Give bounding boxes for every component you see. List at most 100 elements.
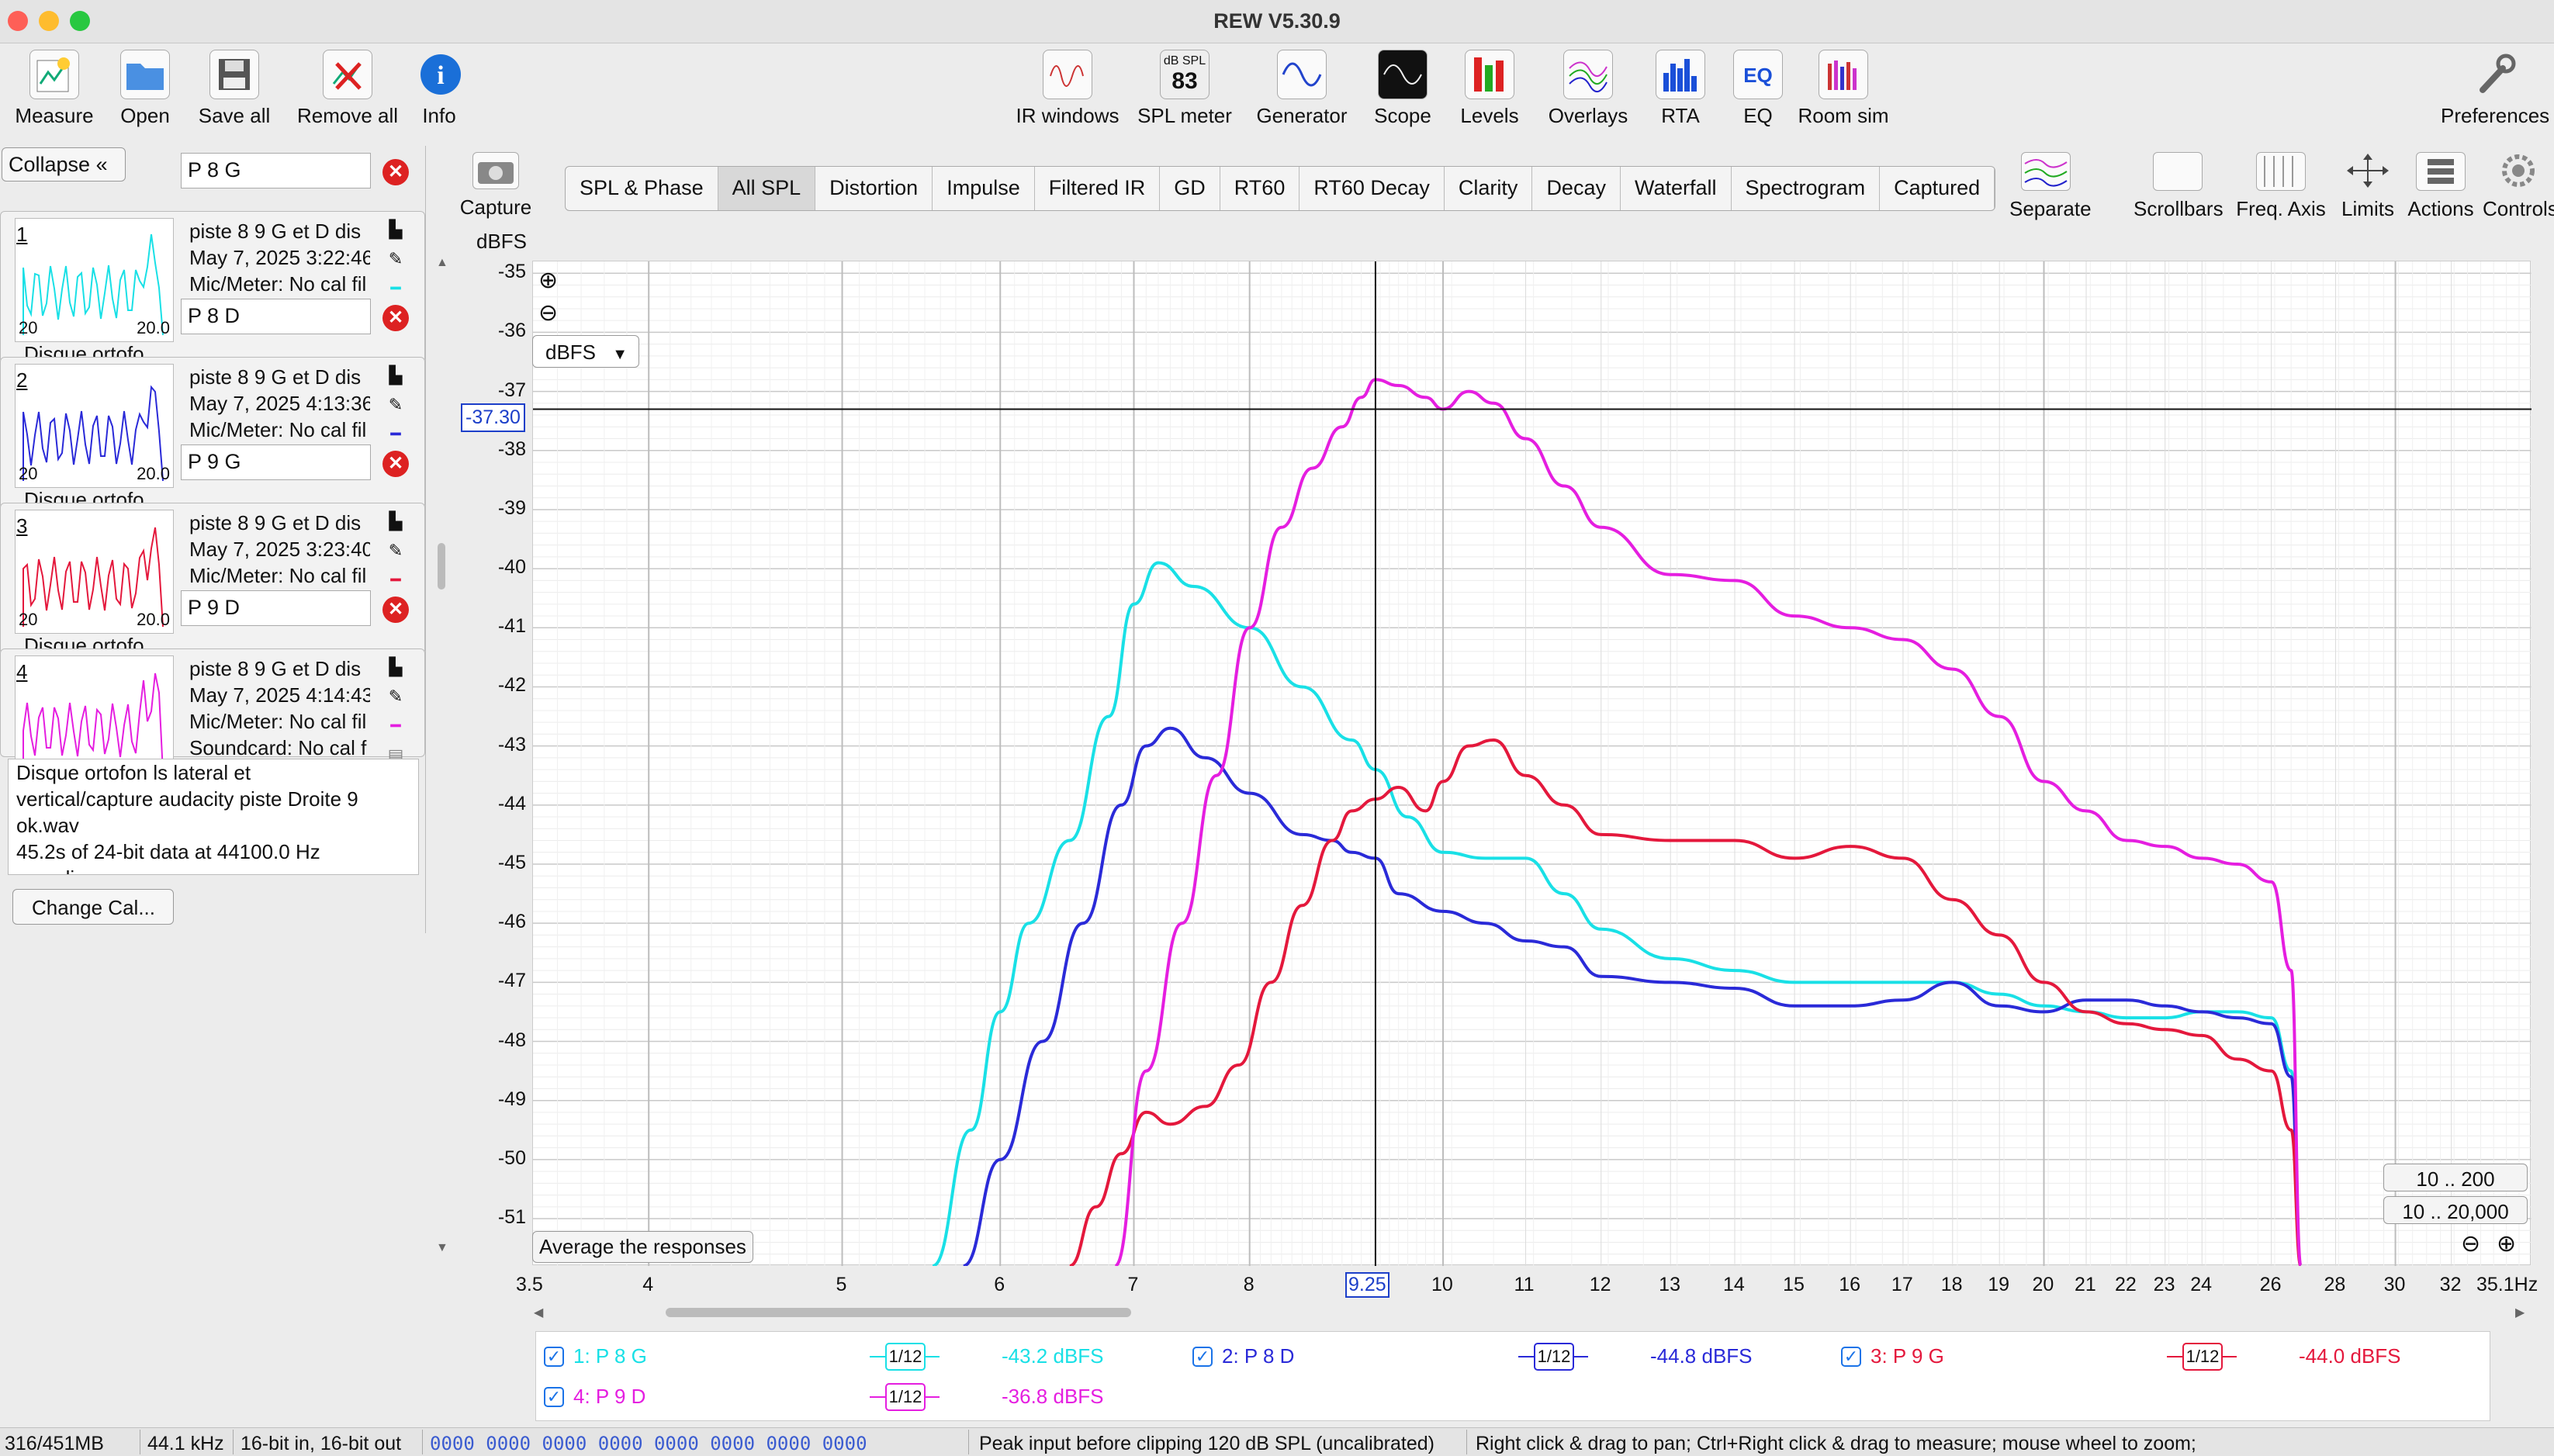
open-button[interactable]: Open — [113, 50, 177, 128]
tab-captured[interactable]: Captured — [1880, 167, 1995, 210]
tab-impulse[interactable]: Impulse — [933, 167, 1035, 210]
measurement-overlay-icon[interactable]: ▙ — [384, 657, 407, 680]
horizontal-zoom-in-icon[interactable]: ⊕ — [2497, 1230, 2516, 1257]
change-cal-button[interactable]: Change Cal... — [12, 889, 174, 925]
measurement-card[interactable]: P 8 G ✕ 20 20.0 1 piste 8 9 G et D dis May 7, … — [0, 153, 425, 365]
scroll-right-arrow-icon[interactable]: ▶ — [2515, 1305, 2525, 1320]
save-all-button[interactable]: Save all — [194, 50, 275, 128]
measurement-overlay-icon[interactable]: ▙ — [384, 220, 407, 243]
visibility-checkbox[interactable]: ✓ — [1192, 1346, 1213, 1367]
average-responses-button[interactable]: Average the responses — [532, 1231, 753, 1263]
smoothing-indicator[interactable]: 1/12 — [2167, 1341, 2237, 1372]
tab-waterfall[interactable]: Waterfall — [1621, 167, 1732, 210]
scope-button[interactable]: Scope — [1373, 50, 1432, 128]
smoothing-indicator[interactable]: 1/12 — [870, 1382, 940, 1413]
actions-button[interactable]: Actions — [2405, 152, 2476, 221]
measurement-index[interactable]: 4 — [16, 660, 27, 684]
tab-all-spl[interactable]: All SPL — [718, 167, 816, 210]
smoothing-indicator[interactable]: 1/12 — [870, 1341, 940, 1372]
remove-all-button[interactable]: Remove all — [296, 50, 399, 128]
capture-button[interactable]: Capture — [459, 152, 532, 220]
ir-windows-button[interactable]: IR windows — [1013, 50, 1122, 128]
range-10-20000-button[interactable]: 10 .. 20,000 — [2383, 1196, 2528, 1224]
trace-color-icon[interactable]: ━ — [384, 570, 407, 593]
horizontal-zoom-out-icon[interactable]: ⊖ — [2461, 1230, 2480, 1257]
legend-entry[interactable]: ✓ 3: P 9 G — [1841, 1344, 1944, 1368]
scroll-up-arrow-icon[interactable]: ▲ — [436, 256, 448, 270]
legend-entry[interactable]: ✓ 4: P 9 D — [544, 1385, 645, 1409]
trace-color-icon[interactable]: ━ — [384, 278, 407, 302]
panel-scroll-thumb[interactable] — [438, 543, 445, 590]
separate-button[interactable]: Separate — [2009, 152, 2092, 221]
panel-scrollbar[interactable]: ▲ ▼ — [436, 256, 448, 1257]
zoom-in-icon[interactable]: ⊕ — [538, 267, 558, 294]
generator-button[interactable]: Generator — [1255, 50, 1348, 128]
room-sim-button[interactable]: Room sim — [1797, 50, 1890, 128]
legend-entry[interactable]: ✓ 2: P 8 D — [1192, 1344, 1294, 1368]
tab-clarity[interactable]: Clarity — [1445, 167, 1533, 210]
measurement-name-field[interactable]: P 9 D — [181, 590, 371, 626]
visibility-checkbox[interactable]: ✓ — [544, 1346, 564, 1367]
legend-entry[interactable]: ✓ 1: P 8 G — [544, 1344, 647, 1368]
freq-axis-button[interactable]: Freq. Axis — [2234, 152, 2327, 221]
pencil-icon[interactable]: ✎ — [384, 541, 407, 564]
tab-filtered-ir[interactable]: Filtered IR — [1035, 167, 1161, 210]
remove-measurement-icon[interactable]: ✕ — [382, 305, 409, 331]
horizontal-scroll-thumb[interactable] — [666, 1308, 1131, 1317]
collapse-button[interactable]: Collapse « — [2, 147, 126, 182]
pencil-icon[interactable]: ✎ — [384, 249, 407, 272]
overlays-button[interactable]: Overlays — [1547, 50, 1629, 128]
tab-decay[interactable]: Decay — [1532, 167, 1621, 210]
visibility-checkbox[interactable]: ✓ — [1841, 1346, 1861, 1367]
measurement-notes[interactable]: Disque ortofon ls lateral et vertical/ca… — [8, 759, 419, 875]
measurement-thumbnail[interactable]: 20 20.0 — [15, 510, 174, 634]
scroll-left-arrow-icon[interactable]: ◀ — [534, 1305, 543, 1320]
limits-button[interactable]: Limits — [2337, 152, 2399, 221]
tab-spl-phase[interactable]: SPL & Phase — [566, 167, 718, 210]
rta-button[interactable]: RTA — [1656, 50, 1705, 128]
trace-color-icon[interactable]: ━ — [384, 424, 407, 448]
measurement-index[interactable]: 2 — [16, 368, 27, 393]
measure-button[interactable]: Measure — [11, 50, 98, 128]
tab-rt60-decay[interactable]: RT60 Decay — [1299, 167, 1445, 210]
controls-button[interactable]: Controls — [2483, 152, 2554, 221]
measurement-name-field[interactable]: P 8 G — [181, 153, 371, 188]
measurement-index[interactable]: 3 — [16, 514, 27, 538]
eq-button[interactable]: EQ EQ — [1733, 50, 1783, 128]
tab-spectrogram[interactable]: Spectrogram — [1732, 167, 1881, 210]
measurement-name-field[interactable]: P 9 G — [181, 444, 371, 480]
spl-meter-unit: dB SPL — [1163, 54, 1206, 67]
measurement-overlay-icon[interactable]: ▙ — [384, 365, 407, 389]
measurement-thumbnail[interactable]: 20 20.0 — [15, 364, 174, 488]
info-button[interactable]: i Info — [416, 50, 462, 128]
trace-color-icon[interactable]: ━ — [384, 716, 407, 739]
remove-measurement-icon[interactable]: ✕ — [382, 159, 409, 185]
pencil-icon[interactable]: ✎ — [384, 395, 407, 418]
tab-rt60[interactable]: RT60 — [1220, 167, 1300, 210]
pencil-icon[interactable]: ✎ — [384, 686, 407, 710]
levels-button[interactable]: Levels — [1459, 50, 1521, 128]
tab-gd[interactable]: GD — [1160, 167, 1220, 210]
horizontal-scrollbar[interactable]: ◀ ▶ — [532, 1305, 2531, 1319]
spl-meter-button[interactable]: dB SPL 83 SPL meter — [1134, 50, 1235, 128]
zoom-out-icon[interactable]: ⊖ — [538, 299, 558, 327]
range-10-200-button[interactable]: 10 .. 200 — [2383, 1164, 2528, 1191]
scroll-down-arrow-icon[interactable]: ▼ — [436, 1241, 448, 1255]
smoothing-indicator[interactable]: 1/12 — [1518, 1341, 1588, 1372]
preferences-button[interactable]: Preferences — [2441, 50, 2549, 128]
measurement-card[interactable]: P 9 D✕2020.0k4piste 8 9 G et D disMay 7,… — [0, 590, 425, 780]
remove-measurement-icon[interactable]: ✕ — [382, 451, 409, 477]
visibility-checkbox[interactable]: ✓ — [544, 1386, 564, 1407]
remove-measurement-icon[interactable]: ✕ — [382, 597, 409, 623]
measurement-name-field[interactable]: P 8 D — [181, 299, 371, 334]
scrollbars-button[interactable]: Scrollbars — [2134, 152, 2224, 221]
measurement-index[interactable]: 1 — [16, 223, 27, 247]
measurement-card[interactable]: P 9 G ✕ 20 20.0 3 piste 8 9 G et D dis May 7, … — [0, 444, 425, 657]
graph-area[interactable] — [532, 261, 2532, 1268]
measurement-card[interactable]: P 8 D ✕ 20 20.0 2 piste 8 9 G et D dis May 7, … — [0, 299, 425, 511]
tab-distortion[interactable]: Distortion — [815, 167, 933, 210]
spl-graph[interactable] — [533, 261, 2532, 1268]
unit-select[interactable]: dBFS ▼ — [532, 335, 639, 368]
measurement-overlay-icon[interactable]: ▙ — [384, 511, 407, 534]
measurement-thumbnail[interactable]: 20 20.0 — [15, 218, 174, 342]
